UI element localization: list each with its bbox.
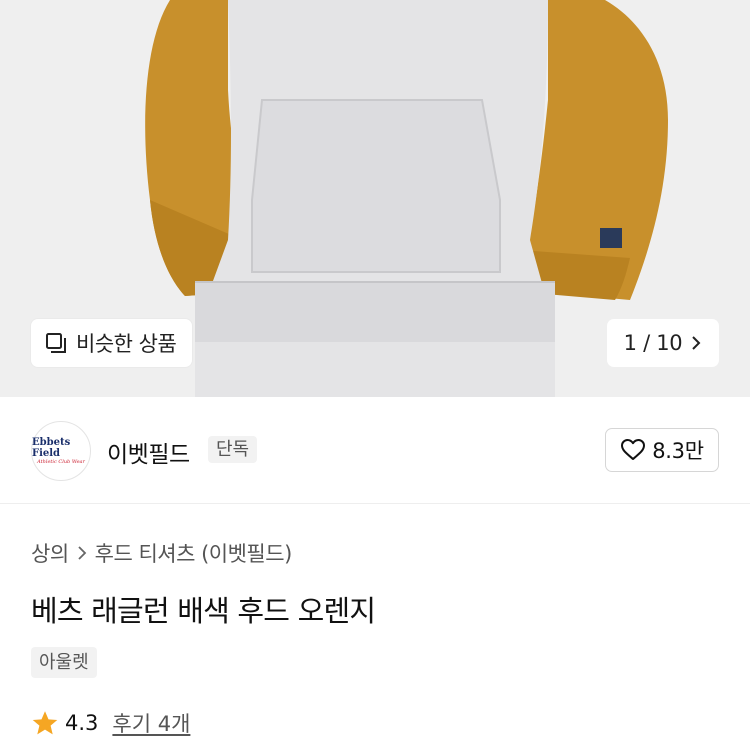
- similar-products-button[interactable]: 비슷한 상품: [31, 319, 193, 367]
- image-pager-button[interactable]: 1 / 10: [607, 319, 719, 367]
- brand-name-link[interactable]: 이벳필드: [107, 435, 190, 469]
- similar-items-icon: [46, 333, 66, 353]
- exclusive-badge: 단독: [208, 436, 258, 463]
- rating-score: 4.3: [65, 711, 99, 735]
- chevron-right-icon: [692, 336, 701, 350]
- star-icon: [32, 710, 58, 734]
- similar-products-label: 비슷한 상품: [76, 332, 177, 356]
- like-button[interactable]: 8.3만: [605, 428, 719, 472]
- breadcrumb-category-top[interactable]: 상의: [31, 538, 69, 568]
- brand-logo[interactable]: Ebbets Field Athletic Club Wear: [31, 421, 91, 481]
- breadcrumb: 상의 후드 티셔츠 (이벳필드): [31, 538, 292, 568]
- brand-logo-wordmark: Ebbets Field: [32, 436, 71, 459]
- brand-row: Ebbets Field Athletic Club Wear 이벳필드 단독 …: [0, 397, 750, 503]
- product-image-carousel[interactable]: 비슷한 상품 1 / 10: [0, 0, 750, 397]
- outlet-tag: 아울렛: [31, 647, 97, 678]
- image-pager-count: 1 / 10: [623, 331, 683, 355]
- section-divider: [0, 503, 750, 504]
- like-count: 8.3만: [652, 439, 704, 463]
- reviews-link[interactable]: 후기 4개: [112, 708, 190, 738]
- rating-summary: 4.3 후기 4개: [31, 708, 190, 738]
- brand-logo-tagline: Athletic Club Wear: [37, 458, 85, 465]
- breadcrumb-category-hoodie[interactable]: 후드 티셔츠 (이벳필드): [95, 538, 293, 568]
- product-title: 베츠 래글런 배색 후드 오렌지: [31, 594, 376, 628]
- heart-icon: [621, 439, 646, 460]
- chevron-right-icon: [78, 546, 86, 560]
